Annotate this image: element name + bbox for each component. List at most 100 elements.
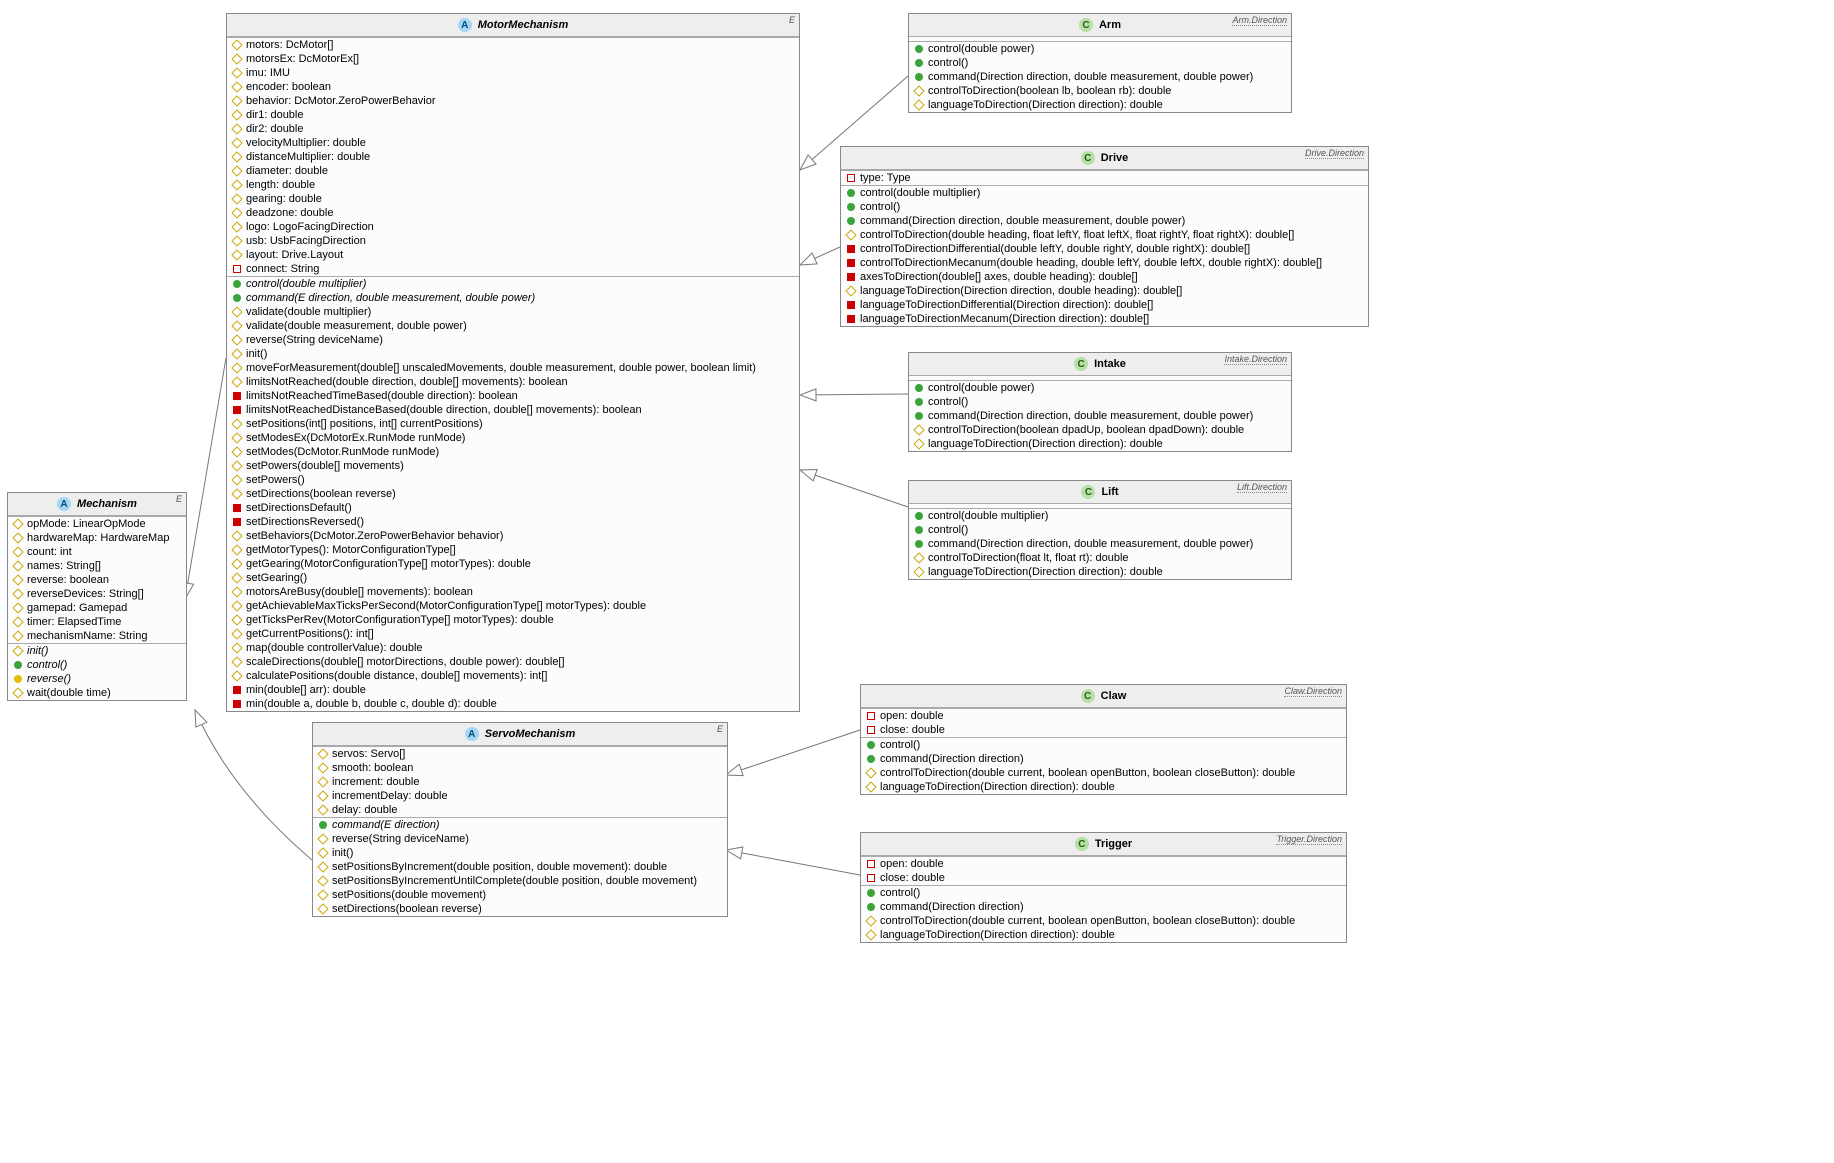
member-row[interactable]: increment: double [313, 775, 727, 789]
member-row[interactable]: getTicksPerRev(MotorConfigurationType[] … [227, 613, 799, 627]
member-row[interactable]: map(double controllerValue): double [227, 641, 799, 655]
member-row[interactable]: opMode: LinearOpMode [8, 517, 186, 531]
member-row[interactable]: names: String[] [8, 559, 186, 573]
member-row[interactable]: setPositions(int[] positions, int[] curr… [227, 417, 799, 431]
member-row[interactable]: getAchievableMaxTicksPerSecond(MotorConf… [227, 599, 799, 613]
member-row[interactable]: control(double power) [909, 42, 1291, 56]
class-intake[interactable]: CIntakeIntake.Directioncontrol(double po… [908, 352, 1292, 452]
member-row[interactable]: getGearing(MotorConfigurationType[] moto… [227, 557, 799, 571]
class-motor[interactable]: AMotorMechanismEmotors: DcMotor[]motorsE… [226, 13, 800, 712]
member-row[interactable]: command(E direction) [313, 818, 727, 832]
member-row[interactable]: setModes(DcMotor.RunMode runMode) [227, 445, 799, 459]
class-lift[interactable]: CLiftLift.Directioncontrol(double multip… [908, 480, 1292, 580]
member-row[interactable]: setPositions(double movement) [313, 888, 727, 902]
member-row[interactable]: encoder: boolean [227, 80, 799, 94]
class-mechanism[interactable]: AMechanismEopMode: LinearOpModehardwareM… [7, 492, 187, 701]
member-row[interactable]: validate(double measurement, double powe… [227, 319, 799, 333]
member-row[interactable]: control(double power) [909, 381, 1291, 395]
member-row[interactable]: languageToDirectionDifferential(Directio… [841, 298, 1368, 312]
member-row[interactable]: open: double [861, 857, 1346, 871]
member-row[interactable]: length: double [227, 178, 799, 192]
member-row[interactable]: getMotorTypes(): MotorConfigurationType[… [227, 543, 799, 557]
member-row[interactable]: logo: LogoFacingDirection [227, 220, 799, 234]
member-row[interactable]: validate(double multiplier) [227, 305, 799, 319]
member-row[interactable]: deadzone: double [227, 206, 799, 220]
member-row[interactable]: languageToDirection(Direction direction)… [909, 565, 1291, 579]
member-row[interactable]: setBehaviors(DcMotor.ZeroPowerBehavior b… [227, 529, 799, 543]
member-row[interactable]: delay: double [313, 803, 727, 817]
member-row[interactable]: mechanismName: String [8, 629, 186, 643]
member-row[interactable]: smooth: boolean [313, 761, 727, 775]
member-row[interactable]: velocityMultiplier: double [227, 136, 799, 150]
member-row[interactable]: timer: ElapsedTime [8, 615, 186, 629]
member-row[interactable]: motors: DcMotor[] [227, 38, 799, 52]
member-row[interactable]: control(double multiplier) [909, 509, 1291, 523]
member-row[interactable]: control() [841, 200, 1368, 214]
member-row[interactable]: control() [861, 738, 1346, 752]
member-row[interactable]: open: double [861, 709, 1346, 723]
member-row[interactable]: setDirections(boolean reverse) [313, 902, 727, 916]
member-row[interactable]: layout: Drive.Layout [227, 248, 799, 262]
member-row[interactable]: calculatePositions(double distance, doub… [227, 669, 799, 683]
member-row[interactable]: languageToDirection(Direction direction)… [861, 928, 1346, 942]
member-row[interactable]: reverse: boolean [8, 573, 186, 587]
member-row[interactable]: controlToDirection(boolean dpadUp, boole… [909, 423, 1291, 437]
member-row[interactable]: controlToDirection(boolean lb, boolean r… [909, 84, 1291, 98]
member-row[interactable]: setPositionsByIncrement(double position,… [313, 860, 727, 874]
member-row[interactable]: incrementDelay: double [313, 789, 727, 803]
member-row[interactable]: controlToDirection(double current, boole… [861, 766, 1346, 780]
member-row[interactable]: setDirections(boolean reverse) [227, 487, 799, 501]
member-row[interactable]: servos: Servo[] [313, 747, 727, 761]
member-row[interactable]: setGearing() [227, 571, 799, 585]
member-row[interactable]: reverse() [8, 672, 186, 686]
member-row[interactable]: min(double[] arr): double [227, 683, 799, 697]
member-row[interactable]: reverse(String deviceName) [227, 333, 799, 347]
member-row[interactable]: min(double a, double b, double c, double… [227, 697, 799, 711]
member-row[interactable]: control() [861, 886, 1346, 900]
member-row[interactable]: dir2: double [227, 122, 799, 136]
member-row[interactable]: imu: IMU [227, 66, 799, 80]
member-row[interactable]: distanceMultiplier: double [227, 150, 799, 164]
member-row[interactable]: control() [909, 395, 1291, 409]
member-row[interactable]: gearing: double [227, 192, 799, 206]
member-row[interactable]: command(Direction direction) [861, 900, 1346, 914]
member-row[interactable]: controlToDirection(double heading, float… [841, 228, 1368, 242]
member-row[interactable]: gamepad: Gamepad [8, 601, 186, 615]
member-row[interactable]: motorsEx: DcMotorEx[] [227, 52, 799, 66]
member-row[interactable]: command(E direction, double measurement,… [227, 291, 799, 305]
member-row[interactable]: command(Direction direction, double meas… [841, 214, 1368, 228]
member-row[interactable]: behavior: DcMotor.ZeroPowerBehavior [227, 94, 799, 108]
member-row[interactable]: control(double multiplier) [841, 186, 1368, 200]
member-row[interactable]: command(Direction direction) [861, 752, 1346, 766]
member-row[interactable]: diameter: double [227, 164, 799, 178]
member-row[interactable]: setPositionsByIncrementUntilComplete(dou… [313, 874, 727, 888]
member-row[interactable]: wait(double time) [8, 686, 186, 700]
member-row[interactable]: connect: String [227, 262, 799, 276]
member-row[interactable]: moveForMeasurement(double[] unscaledMove… [227, 361, 799, 375]
member-row[interactable]: close: double [861, 723, 1346, 737]
member-row[interactable]: motorsAreBusy(double[] movements): boole… [227, 585, 799, 599]
class-servo[interactable]: AServoMechanismEservos: Servo[]smooth: b… [312, 722, 728, 917]
member-row[interactable]: reverseDevices: String[] [8, 587, 186, 601]
member-row[interactable]: init() [8, 644, 186, 658]
class-trigger[interactable]: CTriggerTrigger.Directionopen: doubleclo… [860, 832, 1347, 943]
member-row[interactable]: control() [909, 56, 1291, 70]
member-row[interactable]: scaleDirections(double[] motorDirections… [227, 655, 799, 669]
member-row[interactable]: command(Direction direction, double meas… [909, 409, 1291, 423]
member-row[interactable]: getCurrentPositions(): int[] [227, 627, 799, 641]
member-row[interactable]: controlToDirectionDifferential(double le… [841, 242, 1368, 256]
member-row[interactable]: languageToDirectionMecanum(Direction dir… [841, 312, 1368, 326]
member-row[interactable]: languageToDirection(Direction direction)… [861, 780, 1346, 794]
member-row[interactable]: count: int [8, 545, 186, 559]
member-row[interactable]: languageToDirection(Direction direction)… [909, 437, 1291, 451]
member-row[interactable]: init() [313, 846, 727, 860]
member-row[interactable]: axesToDirection(double[] axes, double he… [841, 270, 1368, 284]
member-row[interactable]: setDirectionsDefault() [227, 501, 799, 515]
member-row[interactable]: limitsNotReachedTimeBased(double directi… [227, 389, 799, 403]
member-row[interactable]: limitsNotReached(double direction, doubl… [227, 375, 799, 389]
member-row[interactable]: limitsNotReachedDistanceBased(double dir… [227, 403, 799, 417]
member-row[interactable]: controlToDirection(float lt, float rt): … [909, 551, 1291, 565]
member-row[interactable]: control(double multiplier) [227, 277, 799, 291]
member-row[interactable]: init() [227, 347, 799, 361]
member-row[interactable]: setDirectionsReversed() [227, 515, 799, 529]
